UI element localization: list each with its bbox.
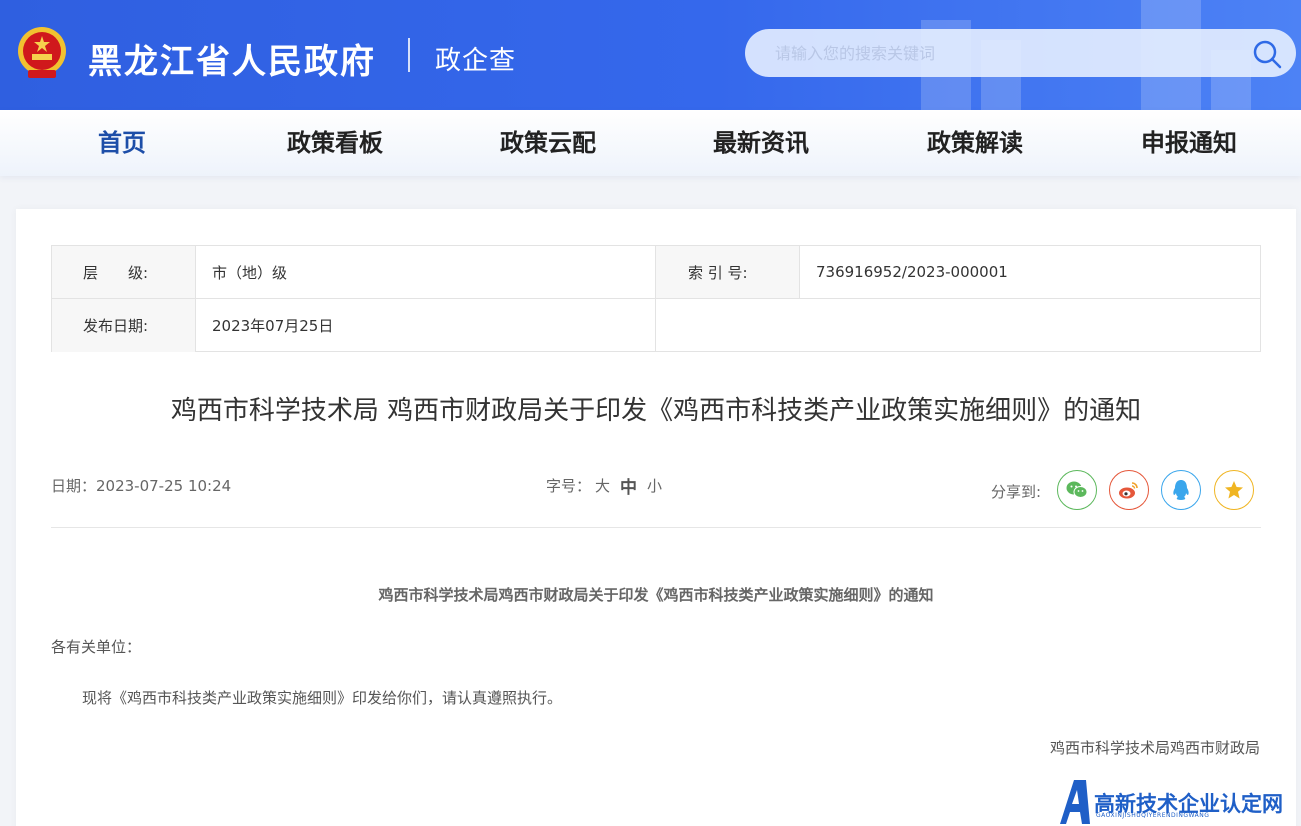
index-value: 736916952/2023-000001: [800, 246, 1261, 299]
body-paragraph: 现将《鸡西市科技类产业政策实施细则》印发给你们，请认真遵照执行。: [82, 689, 563, 707]
title-divider: [408, 38, 410, 72]
share-wechat-button[interactable]: [1057, 470, 1097, 510]
index-label: 索 引 号:: [656, 246, 800, 299]
level-label: 层 级:: [52, 246, 196, 299]
level-value: 市（地）级: [196, 246, 656, 299]
nav-item-policy-match[interactable]: 政策云配: [500, 110, 596, 176]
weibo-icon: [1119, 482, 1138, 499]
date-label: 发布日期:: [52, 299, 196, 352]
meta-table: 层 级: 市（地）级 索 引 号: 736916952/2023-000001 …: [51, 245, 1261, 352]
search-icon[interactable]: [1252, 39, 1282, 69]
publish-date: 日期：2023-07-25 10:24: [51, 477, 232, 495]
share-label: 分享到:: [991, 483, 1042, 501]
share-qzone-button[interactable]: [1214, 470, 1254, 510]
share-qq-button[interactable]: [1161, 470, 1201, 510]
empty-cell: [656, 299, 1261, 352]
signature: 鸡西市科学技术局鸡西市财政局: [1049, 739, 1260, 757]
article-info-row: 日期：2023-07-25 10:24 字号： 大 中 小 分享到:: [51, 470, 1261, 510]
watermark: 高新技术企业认定网 GAOXINJISHUQIYERENDINGWANG: [1056, 776, 1301, 826]
font-size-label: 字号：: [546, 477, 592, 495]
watermark-logo-icon: [1060, 780, 1090, 824]
nav-item-application-notice[interactable]: 申报通知: [1141, 110, 1237, 176]
greeting: 各有关单位：: [51, 638, 142, 656]
national-emblem-icon: [18, 27, 66, 78]
sub-title[interactable]: 政企查: [435, 40, 516, 77]
site-header: 黑龙江省人民政府 政企查: [0, 0, 1301, 110]
font-size-small[interactable]: 小: [647, 475, 662, 496]
watermark-subtext: GAOXINJISHUQIYERENDINGWANG: [1096, 812, 1210, 819]
date-value: 2023年07月25日: [196, 299, 656, 352]
main-nav: 首页 政策看板 政策云配 最新资讯 政策解读 申报通知: [0, 110, 1301, 176]
nav-item-home[interactable]: 首页: [98, 110, 146, 176]
search-box: [745, 29, 1296, 77]
wechat-icon: [1066, 481, 1088, 498]
nav-item-policy-board[interactable]: 政策看板: [287, 110, 383, 176]
body-title: 鸡西市科学技术局鸡西市财政局关于印发《鸡西市科技类产业政策实施细则》的通知: [378, 586, 934, 604]
qzone-icon: [1225, 481, 1243, 499]
font-size-large[interactable]: 大: [595, 475, 610, 496]
divider-line: [51, 527, 1261, 528]
article-title: 鸡西市科学技术局 鸡西市财政局关于印发《鸡西市科技类产业政策实施细则》的通知: [170, 396, 1142, 426]
share-weibo-button[interactable]: [1109, 470, 1149, 510]
font-size-medium[interactable]: 中: [620, 473, 637, 498]
qq-icon: [1173, 480, 1189, 500]
nav-item-news[interactable]: 最新资讯: [713, 110, 809, 176]
nav-item-policy-interpretation[interactable]: 政策解读: [927, 110, 1023, 176]
site-title[interactable]: 黑龙江省人民政府: [88, 34, 376, 83]
search-input[interactable]: [775, 29, 1235, 77]
